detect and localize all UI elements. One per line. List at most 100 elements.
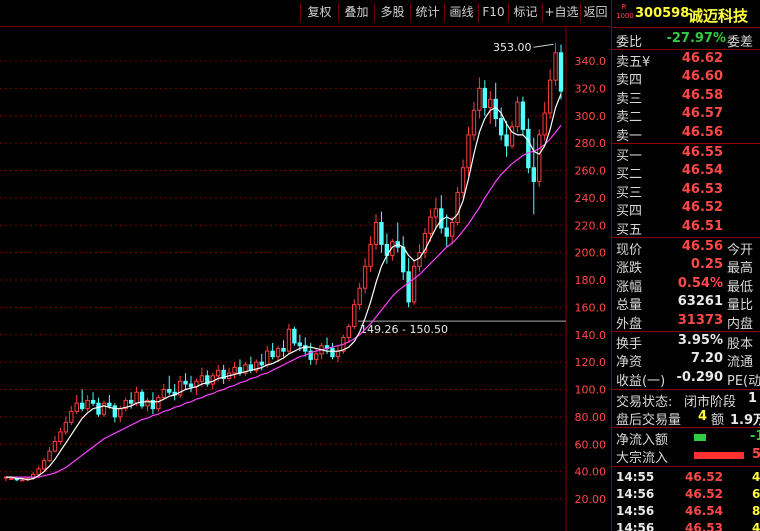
candle-body xyxy=(558,52,564,92)
candle-body xyxy=(134,391,139,404)
stat-row: 现价 46.56 今开 xyxy=(612,239,760,258)
candle-body xyxy=(531,167,536,182)
sell-level-row[interactable]: 卖五¥ 46.62 xyxy=(612,51,760,70)
y-tick-label: 200.0 xyxy=(575,247,607,260)
candle-body xyxy=(139,391,145,407)
candle-body xyxy=(477,87,482,111)
candle-body xyxy=(352,304,357,328)
quote-panel: R 1000 300598 诚迈科技 委比 -27.97% 委差 卖五¥ 46.6… xyxy=(611,0,760,531)
trade-status-label: 交易状态: xyxy=(616,395,673,410)
tick-volume: 6 xyxy=(752,487,760,501)
candle-body xyxy=(313,353,319,360)
tick-price: 46.52 xyxy=(685,470,723,484)
buy-level-row[interactable]: 买三 46.53 xyxy=(612,181,760,201)
stat-row: 涨幅 0.54% 最低 xyxy=(612,276,760,295)
divider xyxy=(612,466,760,467)
stat-label-secondary: 今开 xyxy=(727,243,754,258)
trade-status-row: 交易状态: 闭市阶段 1 xyxy=(612,391,760,410)
tick-row[interactable]: 14:55 46.52 4 xyxy=(612,470,760,487)
y-tick-label: 60.00 xyxy=(575,438,607,451)
stat-label: 现价 xyxy=(616,243,643,258)
stat-row: 外盘 31373 内盘 xyxy=(612,313,760,332)
statistics-button[interactable]: 统计 xyxy=(410,3,444,22)
buy-level-row[interactable]: 买二 46.54 xyxy=(612,163,760,182)
y-tick-label: 140.0 xyxy=(575,329,607,342)
stat-label-secondary: 内盘 xyxy=(727,316,754,332)
candle-body xyxy=(488,98,493,109)
add-watchlist-button[interactable]: +自选 xyxy=(542,3,580,22)
fundamental-label: 收益(一) xyxy=(616,373,666,389)
buy-level-row[interactable]: 买一 46.55 xyxy=(612,145,760,164)
candle-body xyxy=(330,347,335,358)
candle-body xyxy=(411,265,417,303)
fuquan-button[interactable]: 复权 xyxy=(300,3,338,22)
overlay-button[interactable]: 叠加 xyxy=(338,3,374,22)
candle-body xyxy=(498,117,504,136)
candle-body xyxy=(58,431,63,443)
weibi-label: 委比 xyxy=(616,35,643,50)
candle-body xyxy=(232,367,237,374)
candle-body xyxy=(264,350,270,366)
candle-body xyxy=(216,369,221,377)
tick-volume: 4 xyxy=(752,470,760,484)
candle-body xyxy=(504,134,509,147)
candle-body xyxy=(156,397,161,410)
sell-level-row[interactable]: 卖三 46.58 xyxy=(612,87,760,107)
after-hours-amount-label: 额 xyxy=(711,413,725,428)
buy-level-row[interactable]: 买五 46.51 xyxy=(612,219,760,238)
fundamental-label: 换手 xyxy=(616,337,643,352)
y-tick-label: 40.00 xyxy=(575,466,607,479)
net-inflow-value: -1 xyxy=(750,429,760,444)
candle-body xyxy=(547,79,553,114)
candlestick-chart[interactable]: 340.0 320.0 300.0 280.0 260.0 240.0 220.0 200.0… xyxy=(0,27,610,531)
fundamental-value: 3.95% xyxy=(677,333,723,348)
market-badge-top: R xyxy=(621,3,627,11)
sell-level-price: 46.56 xyxy=(681,124,723,140)
mark-button[interactable]: 标记 xyxy=(508,3,542,22)
tick-price: 46.53 xyxy=(685,521,723,531)
kline-chart-area[interactable]: 复权 叠加 多股 统计 画线 F10 标记 +自选 返回 340.0 320.0 3… xyxy=(0,0,610,531)
tick-row[interactable]: 14:56 46.54 8 xyxy=(612,504,760,521)
candle-body xyxy=(79,402,85,410)
weibi-value: -27.97% xyxy=(666,31,726,46)
tick-price: 46.52 xyxy=(685,487,723,501)
buy-level-price: 46.53 xyxy=(681,181,723,197)
candle-body xyxy=(417,252,422,267)
f10-button[interactable]: F10 xyxy=(478,3,508,22)
tick-time: 14:56 xyxy=(616,504,655,518)
divider xyxy=(612,49,760,50)
tick-volume: 8 xyxy=(752,504,760,518)
candle-body xyxy=(357,287,362,306)
max-pointer xyxy=(533,43,554,48)
candle-body xyxy=(20,479,25,482)
candle-body xyxy=(281,347,286,352)
stat-value: 46.56 xyxy=(681,239,723,254)
block-inflow-label: 大宗流入 xyxy=(616,451,669,466)
back-button[interactable]: 返回 xyxy=(580,3,610,22)
net-inflow-row: 净流入额 -1 xyxy=(612,429,760,448)
candle-body xyxy=(9,477,14,480)
y-tick-label: 280.0 xyxy=(575,137,607,150)
sell-level-price: 46.60 xyxy=(681,69,723,85)
draw-line-button[interactable]: 画线 xyxy=(444,3,478,22)
candle-body xyxy=(210,375,215,385)
tick-volume: 4 xyxy=(752,521,760,531)
stat-label-secondary: 量比 xyxy=(727,298,754,314)
sell-level-row[interactable]: 卖一 46.56 xyxy=(612,124,760,144)
tick-row[interactable]: 14:56 46.52 6 xyxy=(612,487,760,504)
multi-stock-button[interactable]: 多股 xyxy=(374,3,410,22)
stat-label-secondary: 最高 xyxy=(727,261,754,277)
divider xyxy=(612,237,760,238)
block-inflow-bar xyxy=(694,452,744,459)
tick-row[interactable]: 14:56 46.53 4 xyxy=(612,521,760,531)
sell-level-price: 46.58 xyxy=(681,87,723,103)
fundamental-row: 净资 7.20 流通 xyxy=(612,351,760,370)
sell-level-row[interactable]: 卖四 46.60 xyxy=(612,69,760,88)
fundamental-label-secondary: 股本 xyxy=(727,337,754,352)
ma-long-line xyxy=(6,124,562,478)
sell-level-row[interactable]: 卖二 46.57 xyxy=(612,106,760,125)
candle-body xyxy=(542,112,547,136)
candle-body xyxy=(292,328,297,344)
buy-level-row[interactable]: 买四 46.52 xyxy=(612,200,760,219)
candle-body xyxy=(368,243,373,267)
